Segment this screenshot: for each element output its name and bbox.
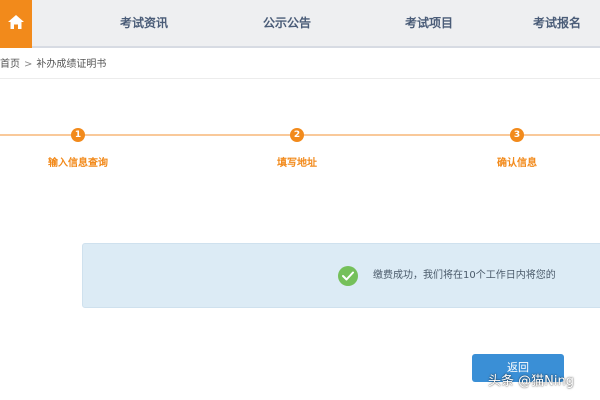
breadcrumb-divider bbox=[0, 78, 600, 79]
breadcrumb-separator: > bbox=[24, 59, 33, 70]
breadcrumb: 首页 > 补办成绩证明书 bbox=[0, 56, 106, 74]
step-1-marker: 1 bbox=[71, 128, 85, 142]
home-icon bbox=[7, 14, 25, 34]
breadcrumb-current: 补办成绩证明书 bbox=[36, 59, 107, 70]
page: 考试资讯 公示公告 考试项目 考试报名 首页 > 补办成绩证明书 1 输入信息查询 … bbox=[0, 0, 600, 400]
success-message: 缴费成功，我们将在10个工作日内将您的 bbox=[373, 270, 556, 281]
check-circle-icon bbox=[338, 266, 358, 286]
nav-item-exam-news[interactable]: 考试资讯 bbox=[120, 0, 168, 46]
success-notice-panel: 缴费成功，我们将在10个工作日内将您的 bbox=[82, 243, 600, 308]
step-2-label: 填写地址 bbox=[277, 158, 317, 169]
watermark-text: 头条 @猫Ning bbox=[488, 374, 574, 389]
nav-item-exam-projects[interactable]: 考试项目 bbox=[405, 0, 453, 46]
step-2-marker: 2 bbox=[290, 128, 304, 142]
step-3-label: 确认信息 bbox=[497, 158, 537, 169]
top-nav-bar: 考试资讯 公示公告 考试项目 考试报名 bbox=[0, 0, 600, 48]
nav-item-announcements[interactable]: 公示公告 bbox=[263, 0, 311, 46]
home-button[interactable] bbox=[0, 0, 32, 48]
step-1-label: 输入信息查询 bbox=[48, 158, 108, 169]
nav-item-exam-registration[interactable]: 考试报名 bbox=[533, 0, 581, 46]
breadcrumb-home-link[interactable]: 首页 bbox=[0, 59, 20, 70]
step-3-marker: 3 bbox=[510, 128, 524, 142]
